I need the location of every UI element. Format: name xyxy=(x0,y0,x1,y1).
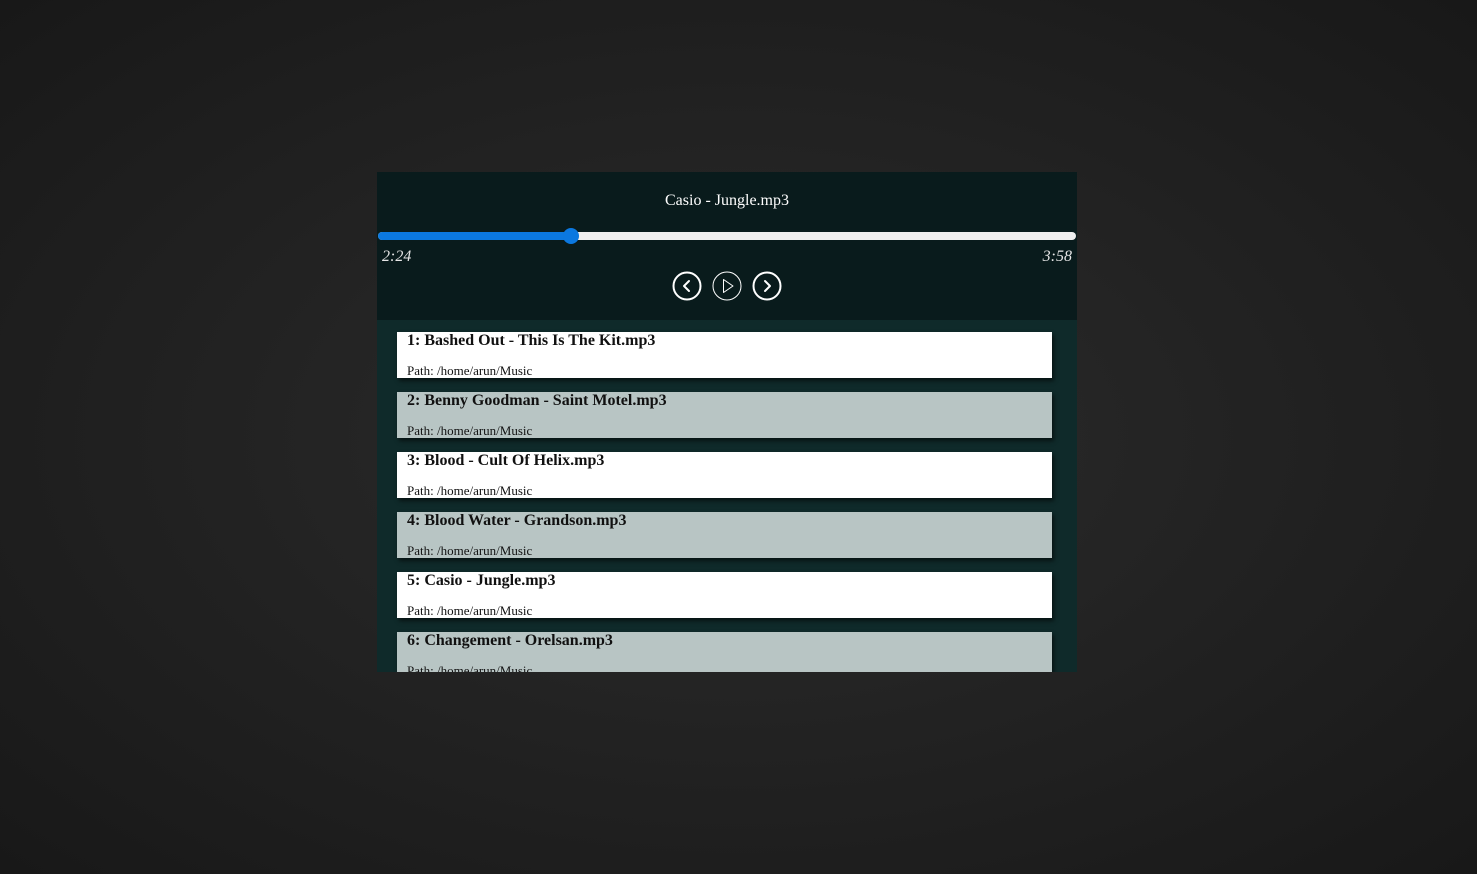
song-title: 6: Changement - Orelsan.mp3 xyxy=(407,632,613,649)
seek-slider[interactable] xyxy=(378,228,1076,244)
seek-thumb[interactable] xyxy=(563,228,579,244)
playlist-item[interactable]: 3: Blood - Cult Of Helix.mp3 Path: /home… xyxy=(397,452,1052,498)
playlist-item[interactable]: 1: Bashed Out - This Is The Kit.mp3 Path… xyxy=(397,332,1052,378)
total-time: 3:58 xyxy=(1042,248,1072,265)
previous-button[interactable] xyxy=(672,271,702,301)
playlist-item[interactable]: 4: Blood Water - Grandson.mp3 Path: /hom… xyxy=(397,512,1052,558)
song-title: 5: Casio - Jungle.mp3 xyxy=(407,572,556,589)
seek-progress-fill xyxy=(378,232,571,240)
song-path: Path: /home/arun/Music xyxy=(407,543,533,558)
music-player: Casio - Jungle.mp3 2:24 3:58 1: Bashed O… xyxy=(377,172,1077,672)
song-title: 3: Blood - Cult Of Helix.mp3 xyxy=(407,452,605,469)
next-button[interactable] xyxy=(752,271,782,301)
song-path: Path: /home/arun/Music xyxy=(407,663,533,672)
song-title: 2: Benny Goodman - Saint Motel.mp3 xyxy=(407,392,667,409)
current-time: 2:24 xyxy=(382,248,412,265)
playlist-item[interactable]: 2: Benny Goodman - Saint Motel.mp3 Path:… xyxy=(397,392,1052,438)
song-path: Path: /home/arun/Music xyxy=(407,363,533,378)
song-title: 4: Blood Water - Grandson.mp3 xyxy=(407,512,627,529)
playlist-item[interactable]: 6: Changement - Orelsan.mp3 Path: /home/… xyxy=(397,632,1052,672)
player-header: Casio - Jungle.mp3 2:24 3:58 xyxy=(377,172,1077,320)
song-path: Path: /home/arun/Music xyxy=(407,423,533,438)
song-title: 1: Bashed Out - This Is The Kit.mp3 xyxy=(407,332,656,349)
song-path: Path: /home/arun/Music xyxy=(407,483,533,498)
chevron-left-icon xyxy=(672,271,702,301)
play-button[interactable] xyxy=(712,271,742,301)
playlist-item[interactable]: 5: Casio - Jungle.mp3 Path: /home/arun/M… xyxy=(397,572,1052,618)
play-icon xyxy=(712,271,742,301)
playback-controls xyxy=(672,271,782,301)
now-playing-title: Casio - Jungle.mp3 xyxy=(665,192,789,209)
playlist: 1: Bashed Out - This Is The Kit.mp3 Path… xyxy=(397,332,1052,672)
song-path: Path: /home/arun/Music xyxy=(407,603,533,618)
chevron-right-icon xyxy=(752,271,782,301)
